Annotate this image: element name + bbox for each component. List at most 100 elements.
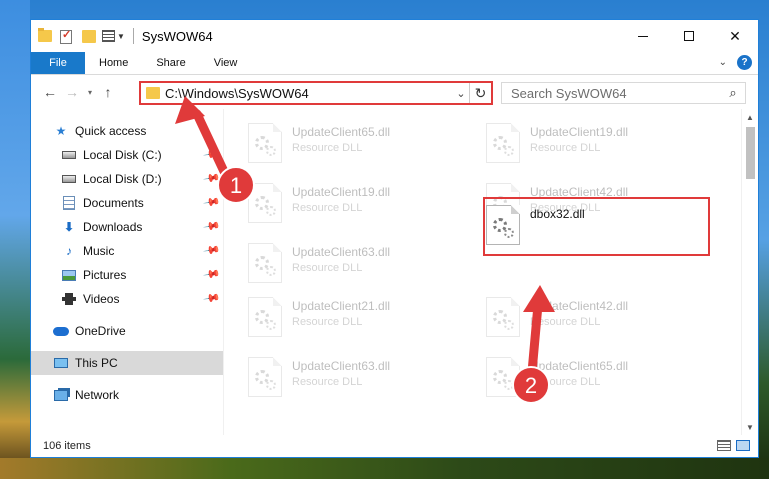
tiles-view-icon[interactable] — [736, 440, 750, 451]
sidebar-item-quick-access[interactable]: ★ Quick access — [31, 119, 223, 143]
sidebar-item-this-pc[interactable]: This PC — [31, 351, 223, 375]
sidebar-item-label: Quick access — [75, 124, 147, 138]
address-dropdown-button[interactable]: ⌄ — [453, 87, 469, 100]
pin-icon[interactable]: 📌 — [203, 193, 222, 212]
title-bar: ▼ SysWOW64 ✕ — [31, 20, 758, 52]
file-type: Resource DLL — [292, 376, 363, 388]
star-icon: ★ — [55, 124, 67, 138]
help-icon[interactable]: ? — [737, 55, 752, 70]
dll-file-icon — [486, 357, 520, 397]
sidebar-item-label: Network — [75, 388, 120, 402]
file-explorer-window: ▼ SysWOW64 ✕ File Home Share View ⌄ ? ← … — [30, 19, 759, 458]
sidebar-item-label: Local Disk (C:) — [83, 148, 162, 162]
address-path[interactable]: C:\Windows\SysWOW64 — [165, 86, 453, 101]
sidebar-item-local-disk-d[interactable]: Local Disk (D:) 📌 — [31, 167, 223, 191]
file-name: UpdateClient65.dll — [530, 359, 629, 373]
file-item[interactable]: UpdateClient65.dll Resource DLL — [462, 353, 687, 401]
dll-file-icon — [486, 123, 520, 163]
file-item[interactable]: UpdateClient19.dll Resource DLL — [224, 179, 449, 227]
pin-icon[interactable]: 📌 — [203, 265, 222, 284]
navigation-bar: ← → ▾ ↑ C:\Windows\SysWOW64 ⌄ ↻ Search S… — [31, 75, 758, 109]
sidebar-item-downloads[interactable]: ⬇ Downloads 📌 — [31, 215, 223, 239]
dll-file-icon — [248, 123, 282, 163]
sidebar-item-label: This PC — [75, 356, 118, 370]
tab-view[interactable]: View — [200, 52, 252, 74]
file-name: UpdateClient19.dll — [530, 125, 629, 139]
dll-file-icon — [248, 297, 282, 337]
ribbon-tabs: File Home Share View ⌄ ? — [31, 52, 758, 75]
pc-icon — [53, 356, 69, 370]
close-icon: ✕ — [729, 27, 741, 44]
file-item[interactable]: UpdateClient63.dll Resource DLL — [224, 353, 449, 401]
pin-icon[interactable]: 📌 — [203, 289, 222, 308]
sidebar-item-onedrive[interactable]: OneDrive — [31, 319, 223, 343]
search-input[interactable]: Search SysWOW64 ⌕ — [501, 82, 746, 104]
sidebar-item-pictures[interactable]: Pictures 📌 — [31, 263, 223, 287]
window-title: SysWOW64 — [141, 28, 213, 44]
minimize-button[interactable] — [620, 20, 666, 52]
scroll-up-icon[interactable]: ▲ — [742, 109, 758, 125]
network-icon — [53, 388, 69, 402]
videos-icon — [61, 292, 77, 306]
maximize-icon — [684, 31, 694, 41]
status-bar: 106 items — [31, 435, 758, 457]
tab-home[interactable]: Home — [85, 52, 142, 74]
details-view-icon[interactable] — [717, 440, 731, 451]
pictures-icon — [61, 268, 77, 282]
desktop-background — [0, 0, 30, 479]
onedrive-icon — [53, 324, 69, 338]
close-button[interactable]: ✕ — [712, 20, 758, 52]
expand-ribbon-icon[interactable]: ⌄ — [719, 57, 727, 68]
chevron-down-icon[interactable]: ▼ — [117, 32, 125, 41]
sidebar-item-local-disk-c[interactable]: Local Disk (C:) 📌 — [31, 143, 223, 167]
file-item[interactable]: UpdateClient42.dll Resource DLL — [462, 293, 687, 341]
scrollbar-thumb[interactable] — [746, 127, 755, 179]
file-item[interactable]: UpdateClient63.dll Resource DLL — [224, 239, 449, 287]
window-controls: ✕ — [620, 20, 758, 52]
dll-file-icon — [248, 357, 282, 397]
refresh-button[interactable]: ↻ — [469, 83, 491, 103]
forward-button[interactable]: → — [61, 81, 83, 103]
highlight-box-dbox32 — [483, 197, 710, 256]
up-button[interactable]: ↑ — [97, 81, 119, 103]
vertical-scrollbar[interactable]: ▲ ▼ — [741, 109, 758, 435]
pin-icon[interactable]: 📌 — [203, 169, 222, 188]
file-name: UpdateClient21.dll — [292, 299, 391, 313]
file-item[interactable]: UpdateClient19.dll Resource DLL — [462, 119, 687, 167]
pin-icon[interactable]: 📌 — [203, 217, 222, 236]
view-options-icon[interactable] — [102, 30, 115, 42]
file-type: Resource DLL — [292, 142, 363, 154]
desktop-background-right — [759, 0, 769, 479]
sidebar-item-network[interactable]: Network — [31, 383, 223, 407]
sidebar-item-label: Local Disk (D:) — [83, 172, 162, 186]
file-name: UpdateClient63.dll — [292, 359, 391, 373]
sidebar-item-music[interactable]: ♪ Music 📌 — [31, 239, 223, 263]
file-type: Resource DLL — [530, 316, 601, 328]
sidebar-item-videos[interactable]: Videos 📌 — [31, 287, 223, 311]
file-item[interactable]: UpdateClient65.dll Resource DLL — [224, 119, 449, 167]
back-button[interactable]: ← — [39, 81, 61, 103]
recent-locations-button[interactable]: ▾ — [83, 81, 97, 103]
pin-icon[interactable]: 📌 — [203, 145, 222, 164]
tab-share[interactable]: Share — [142, 52, 199, 74]
properties-icon[interactable] — [60, 28, 74, 44]
file-name: UpdateClient63.dll — [292, 245, 391, 259]
file-type: Resource DLL — [292, 202, 363, 214]
dll-file-icon — [248, 183, 282, 223]
dll-file-icon — [486, 297, 520, 337]
address-bar[interactable]: C:\Windows\SysWOW64 ⌄ ↻ — [139, 81, 493, 105]
file-item[interactable]: UpdateClient21.dll Resource DLL — [224, 293, 449, 341]
pin-icon[interactable]: 📌 — [203, 241, 222, 260]
dll-file-icon — [248, 243, 282, 283]
tab-file[interactable]: File — [31, 52, 85, 74]
scroll-down-icon[interactable]: ▼ — [742, 419, 758, 435]
sidebar-item-documents[interactable]: Documents 📌 — [31, 191, 223, 215]
maximize-button[interactable] — [666, 20, 712, 52]
file-name: UpdateClient19.dll — [292, 185, 391, 199]
search-icon[interactable]: ⌕ — [721, 85, 745, 101]
drive-icon — [61, 148, 77, 162]
sidebar-item-label: Videos — [83, 292, 120, 306]
new-folder-icon[interactable] — [82, 29, 96, 43]
